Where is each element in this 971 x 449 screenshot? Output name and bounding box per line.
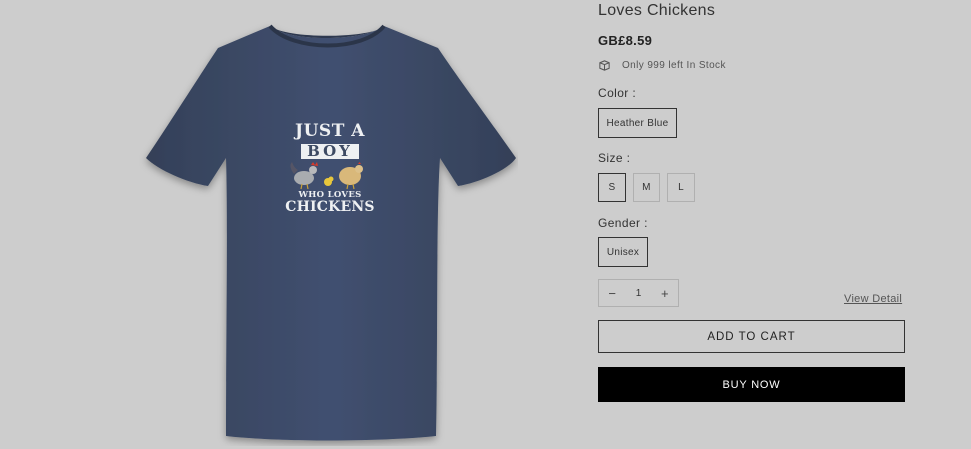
print-line-1: JUST A bbox=[295, 121, 365, 141]
buy-now-button[interactable]: BUY NOW bbox=[598, 367, 905, 402]
gender-option-unisex[interactable]: Unisex bbox=[598, 237, 648, 267]
size-label: Size : bbox=[598, 151, 631, 165]
add-to-cart-button[interactable]: ADD TO CART bbox=[598, 320, 905, 353]
size-option-m[interactable]: M bbox=[633, 173, 660, 202]
tshirt-image bbox=[146, 24, 516, 441]
color-option-heather-blue[interactable]: Heather Blue bbox=[598, 108, 677, 138]
shirt-print-graphic: JUST A BOY WHO LOVES CHICKENS bbox=[280, 121, 380, 215]
chickens-illustration bbox=[280, 160, 380, 190]
view-detail-link[interactable]: View Detail bbox=[844, 293, 902, 305]
print-line-2: BOY bbox=[301, 144, 359, 159]
size-option-l[interactable]: L bbox=[667, 173, 695, 202]
stock-status: Only 999 left In Stock bbox=[598, 59, 726, 72]
product-image: JUST A BOY WHO LOVES CHICKENS bbox=[0, 0, 560, 449]
box-icon bbox=[599, 60, 610, 71]
print-line-4: CHICKENS bbox=[285, 199, 375, 215]
quantity-increase-button[interactable]: + bbox=[652, 286, 678, 301]
product-price: GB£8.59 bbox=[598, 33, 653, 48]
quantity-decrease-button[interactable]: − bbox=[599, 286, 625, 301]
size-option-s[interactable]: S bbox=[598, 173, 626, 202]
quantity-input[interactable]: 1 bbox=[625, 288, 651, 299]
quantity-stepper: − 1 + bbox=[598, 279, 679, 307]
stock-text: Only 999 left In Stock bbox=[622, 60, 726, 71]
product-title: Loves Chickens bbox=[598, 2, 716, 19]
gender-label: Gender : bbox=[598, 216, 648, 230]
color-label: Color : bbox=[598, 86, 637, 100]
